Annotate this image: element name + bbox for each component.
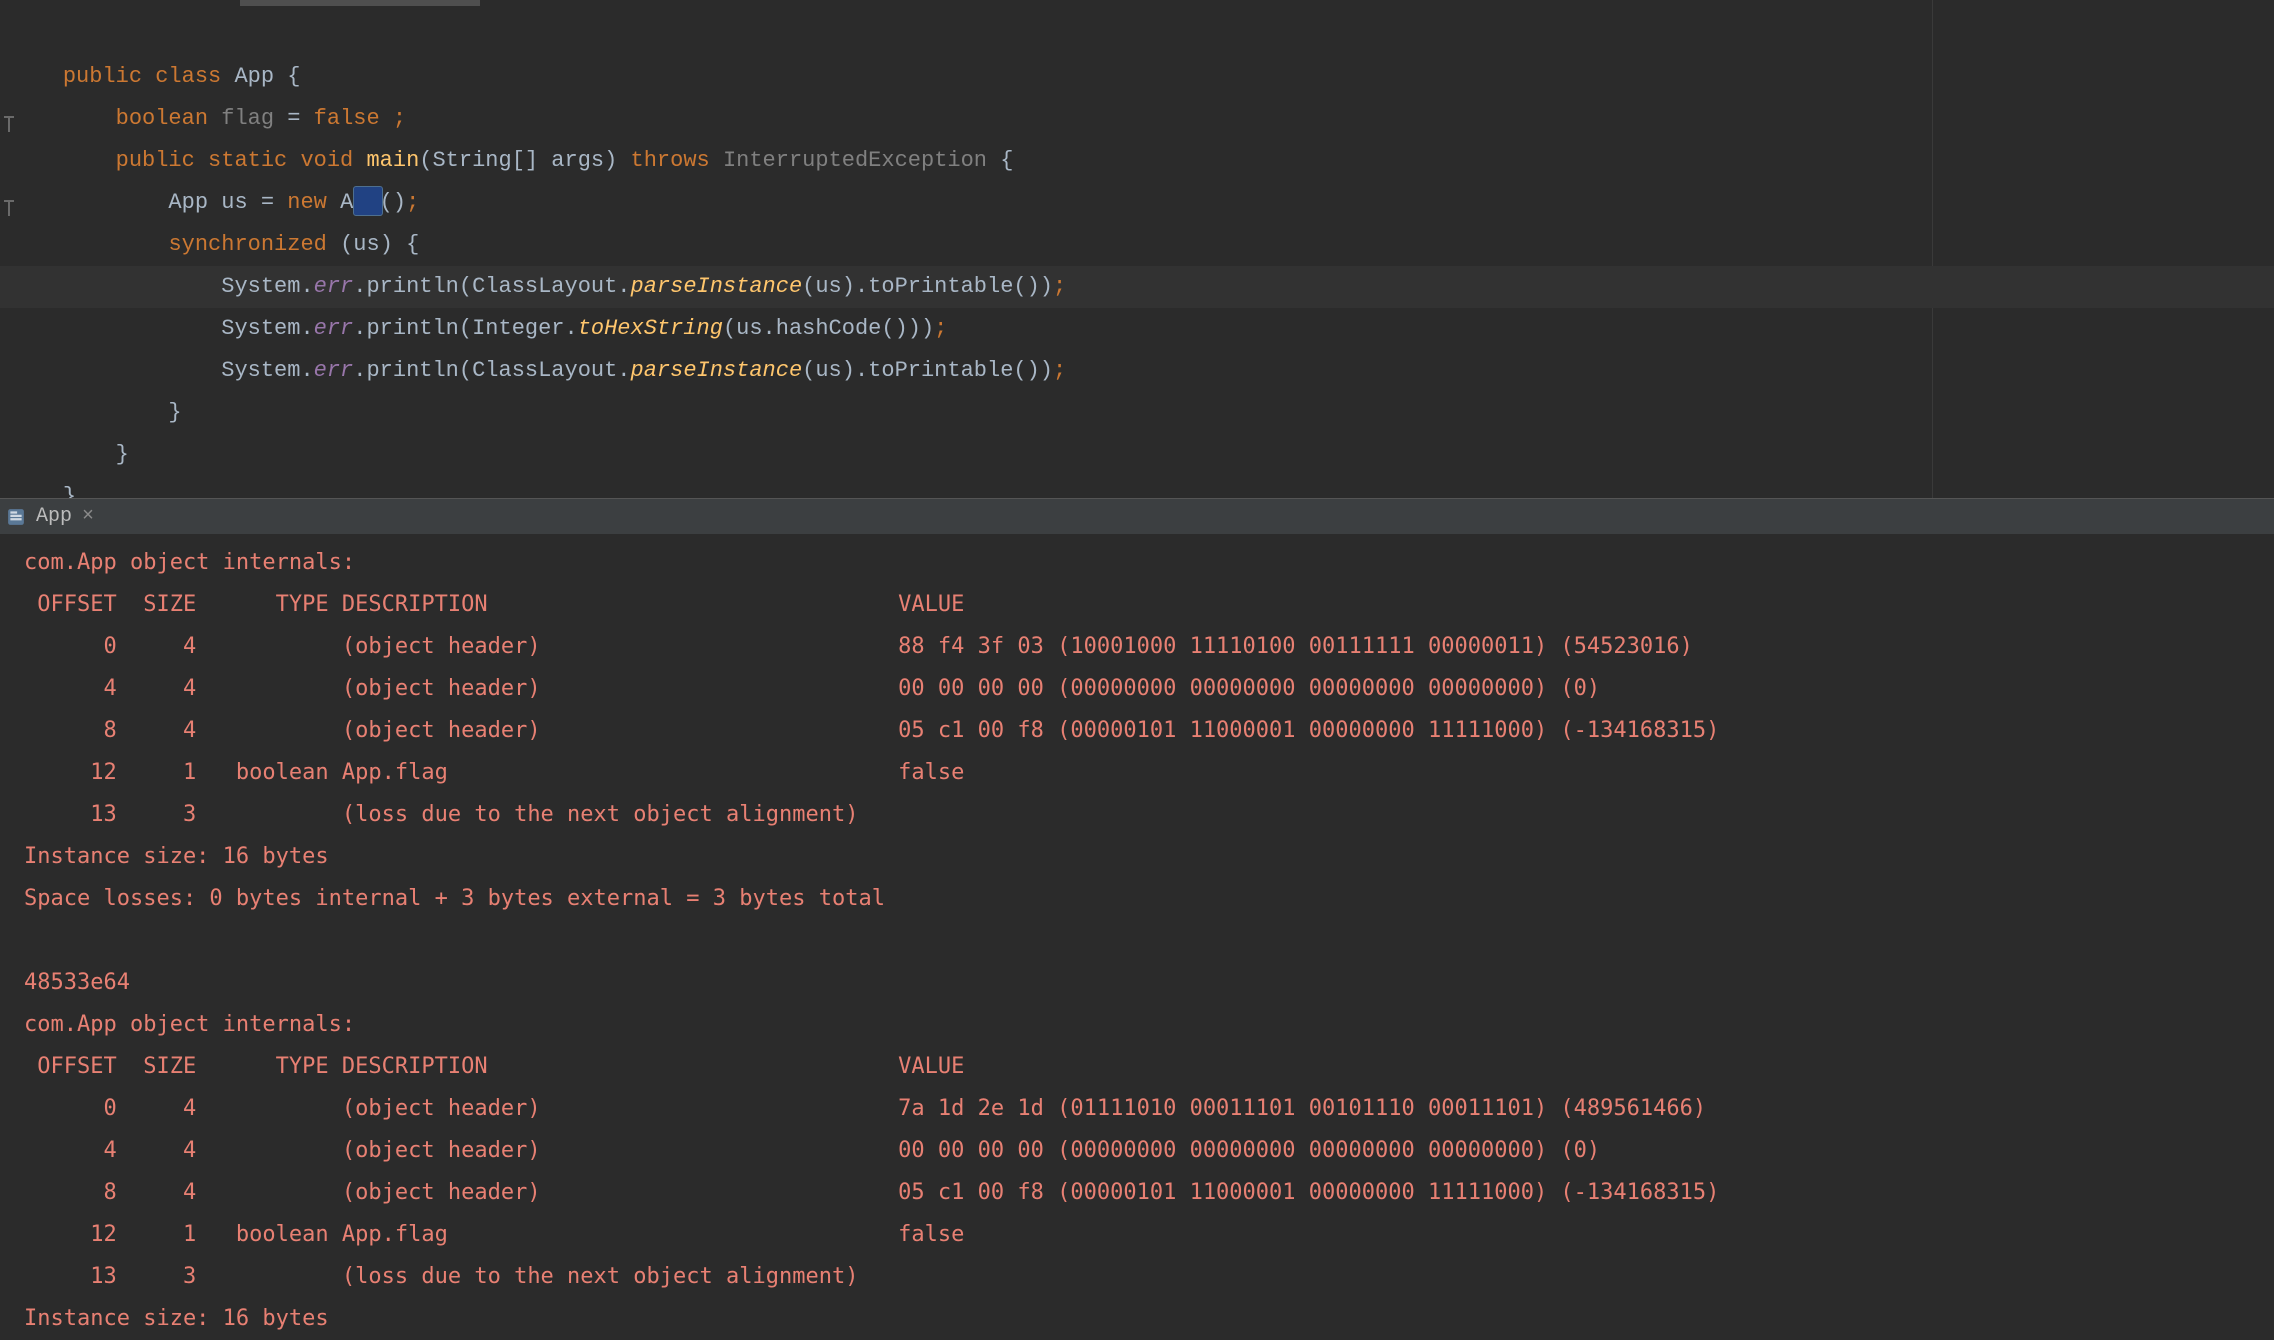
console-line: 13 3 (loss due to the next object alignm…: [24, 794, 2274, 836]
brace: {: [1000, 148, 1013, 173]
console-line: 12 1 boolean App.flag false: [24, 1214, 2274, 1256]
code-line[interactable]: }: [10, 392, 129, 434]
console-line: Instance size: 16 bytes: [24, 1298, 2274, 1340]
editor-selection-highlight: [353, 186, 383, 216]
console-line: Space losses: 0 bytes internal + 3 bytes…: [24, 878, 2274, 920]
console-line: 0 4 (object header) 88 f4 3f 03 (1000100…: [24, 626, 2274, 668]
paren: (: [419, 148, 432, 173]
run-config-icon: [6, 507, 26, 527]
semicolon: ;: [1053, 358, 1066, 383]
code-line[interactable]: boolean flag = false ;: [10, 56, 406, 98]
editor-right-margin: [1932, 0, 1933, 498]
console-line: OFFSET SIZE TYPE DESCRIPTION VALUE: [24, 1046, 2274, 1088]
code-line[interactable]: public class App {: [10, 14, 300, 56]
method-call: parseInstance: [631, 358, 803, 383]
code-line[interactable]: App us = new App();: [10, 140, 419, 182]
console-line: 8 4 (object header) 05 c1 00 f8 (0000010…: [24, 710, 2274, 752]
code-text: .println(ClassLayout.: [353, 358, 630, 383]
console-line: 48533e64: [24, 962, 2274, 1004]
code-line[interactable]: System.err.println(Integer.toHexString(u…: [10, 266, 947, 308]
console-line: 8 4 (object header) 05 c1 00 f8 (0000010…: [24, 1172, 2274, 1214]
field-ref: err: [314, 358, 354, 383]
code-line[interactable]: }: [10, 434, 76, 476]
keyword: throws: [631, 148, 723, 173]
console-line: 12 1 boolean App.flag false: [24, 752, 2274, 794]
console-line: OFFSET SIZE TYPE DESCRIPTION VALUE: [24, 584, 2274, 626]
type: InterruptedException: [723, 148, 1000, 173]
console-output[interactable]: com.App object internals: OFFSET SIZE TY…: [0, 534, 2274, 1340]
console-line: 0 4 (object header) 7a 1d 2e 1d (0111101…: [24, 1088, 2274, 1130]
console-line: com.App object internals:: [24, 542, 2274, 584]
code-text: (us).toPrintable()): [802, 358, 1053, 383]
console-line: 4 4 (object header) 00 00 00 00 (0000000…: [24, 668, 2274, 710]
console-line: 4 4 (object header) 00 00 00 00 (0000000…: [24, 1130, 2274, 1172]
type: String: [432, 148, 511, 173]
semicolon: ;: [1053, 274, 1066, 299]
console-line: [24, 920, 2274, 962]
console-line: Instance size: 16 bytes: [24, 836, 2274, 878]
console-tab-bar: App ×: [0, 498, 2274, 534]
code-line[interactable]: }: [10, 350, 182, 392]
code-line[interactable]: System.err.println(ClassLayout.parseInst…: [10, 224, 1066, 266]
code-line[interactable]: System.err.println(ClassLayout.parseInst…: [10, 308, 1066, 350]
console-tab-label[interactable]: App: [36, 499, 72, 535]
code-editor[interactable]: public class App { boolean flag = false …: [0, 0, 2274, 498]
console-line: com.App object internals:: [24, 1004, 2274, 1046]
console-line: 13 3 (loss due to the next object alignm…: [24, 1256, 2274, 1298]
param: [] args): [512, 148, 631, 173]
code-line[interactable]: public static void main(String[] args) t…: [10, 98, 1013, 140]
console-tab-close-icon[interactable]: ×: [82, 499, 94, 535]
editor-gutter-tab: [240, 0, 480, 6]
